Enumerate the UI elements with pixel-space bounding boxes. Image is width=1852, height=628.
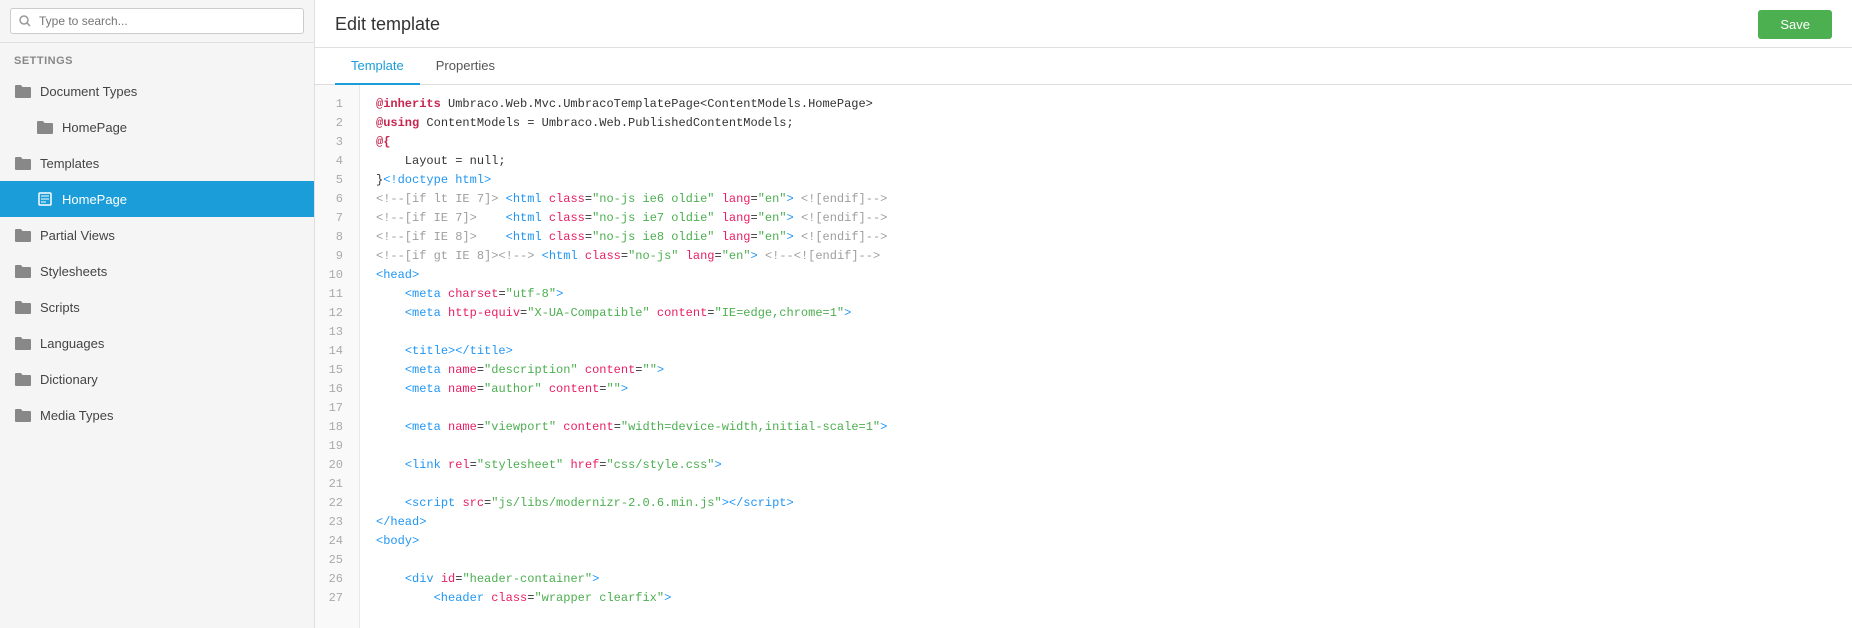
languages-icon — [14, 334, 32, 352]
sidebar-item-homepage-doc[interactable]: HomePage — [0, 109, 314, 145]
code-line: <!--[if lt IE 7]> <html class="no-js ie6… — [376, 190, 1836, 209]
sidebar-item-templates[interactable]: Templates — [0, 145, 314, 181]
line-number: 25 — [315, 551, 351, 570]
code-line: <meta name="viewport" content="width=dev… — [376, 418, 1836, 437]
sidebar-item-dictionary[interactable]: Dictionary — [0, 361, 314, 397]
line-number: 2 — [315, 114, 351, 133]
code-content[interactable]: @inherits Umbraco.Web.Mvc.UmbracoTemplat… — [360, 85, 1852, 628]
line-number: 9 — [315, 247, 351, 266]
code-line: @{ — [376, 133, 1836, 152]
line-number: 13 — [315, 323, 351, 342]
line-number: 14 — [315, 342, 351, 361]
tabs-bar: Template Properties — [315, 48, 1852, 85]
line-number: 3 — [315, 133, 351, 152]
sidebar-item-label: Dictionary — [40, 372, 98, 387]
stylesheets-icon — [14, 262, 32, 280]
line-number: 18 — [315, 418, 351, 437]
sidebar-item-stylesheets[interactable]: Stylesheets — [0, 253, 314, 289]
sidebar-item-label: HomePage — [62, 120, 127, 135]
page-title: Edit template — [335, 14, 440, 35]
code-line — [376, 399, 1836, 418]
search-input[interactable] — [10, 8, 304, 34]
sidebar-item-label: HomePage — [62, 192, 127, 207]
code-line: @using ContentModels = Umbraco.Web.Publi… — [376, 114, 1836, 133]
folder-icon — [14, 82, 32, 100]
tab-properties[interactable]: Properties — [420, 48, 511, 85]
sidebar-item-document-types[interactable]: Document Types — [0, 73, 314, 109]
sidebar-item-label: Document Types — [40, 84, 137, 99]
code-line: @inherits Umbraco.Web.Mvc.UmbracoTemplat… — [376, 95, 1836, 114]
sidebar: SETTINGS Document Types HomePage — [0, 0, 315, 628]
code-line: <header class="wrapper clearfix"> — [376, 589, 1836, 608]
sidebar-item-label: Templates — [40, 156, 99, 171]
line-number: 4 — [315, 152, 351, 171]
code-line: <meta http-equiv="X-UA-Compatible" conte… — [376, 304, 1836, 323]
sidebar-item-scripts[interactable]: Scripts — [0, 289, 314, 325]
sidebar-item-homepage-template[interactable]: HomePage — [0, 181, 314, 217]
tab-template[interactable]: Template — [335, 48, 420, 85]
main-content: Edit template Save Template Properties 1… — [315, 0, 1852, 628]
code-line: <!--[if IE 8]> <html class="no-js ie8 ol… — [376, 228, 1836, 247]
line-number: 17 — [315, 399, 351, 418]
line-number: 8 — [315, 228, 351, 247]
sidebar-item-label: Media Types — [40, 408, 113, 423]
code-line: Layout = null; — [376, 152, 1836, 171]
line-number: 20 — [315, 456, 351, 475]
line-number: 24 — [315, 532, 351, 551]
line-number: 21 — [315, 475, 351, 494]
code-line: }<!doctype html> — [376, 171, 1836, 190]
line-number: 26 — [315, 570, 351, 589]
sidebar-item-media-types[interactable]: Media Types — [0, 397, 314, 433]
media-types-icon — [14, 406, 32, 424]
subfolder-icon — [36, 118, 54, 136]
dictionary-icon — [14, 370, 32, 388]
line-number: 23 — [315, 513, 351, 532]
template-file-icon — [36, 190, 54, 208]
line-number: 22 — [315, 494, 351, 513]
code-line: <head> — [376, 266, 1836, 285]
code-line: <body> — [376, 532, 1836, 551]
line-number: 16 — [315, 380, 351, 399]
code-line: <script src="js/libs/modernizr-2.0.6.min… — [376, 494, 1836, 513]
code-line — [376, 323, 1836, 342]
search-box — [0, 0, 314, 43]
code-line: </head> — [376, 513, 1836, 532]
sidebar-item-languages[interactable]: Languages — [0, 325, 314, 361]
line-number: 6 — [315, 190, 351, 209]
code-line: <meta charset="utf-8"> — [376, 285, 1836, 304]
code-line: <meta name="author" content=""> — [376, 380, 1836, 399]
templates-folder-icon — [14, 154, 32, 172]
line-number: 1 — [315, 95, 351, 114]
sidebar-item-label: Partial Views — [40, 228, 115, 243]
sidebar-item-label: Languages — [40, 336, 104, 351]
line-number: 5 — [315, 171, 351, 190]
code-line: <link rel="stylesheet" href="css/style.c… — [376, 456, 1836, 475]
line-number: 19 — [315, 437, 351, 456]
code-line — [376, 551, 1836, 570]
line-number: 11 — [315, 285, 351, 304]
partial-views-icon — [14, 226, 32, 244]
line-number: 27 — [315, 589, 351, 608]
code-line: <!--[if gt IE 8]><!--> <html class="no-j… — [376, 247, 1836, 266]
sidebar-item-partial-views[interactable]: Partial Views — [0, 217, 314, 253]
scripts-icon — [14, 298, 32, 316]
editor-area: 1234567891011121314151617181920212223242… — [315, 85, 1852, 628]
line-numbers: 1234567891011121314151617181920212223242… — [315, 85, 360, 628]
code-line: <div id="header-container"> — [376, 570, 1836, 589]
code-line: <!--[if IE 7]> <html class="no-js ie7 ol… — [376, 209, 1836, 228]
code-line — [376, 475, 1836, 494]
line-number: 7 — [315, 209, 351, 228]
sidebar-item-label: Scripts — [40, 300, 80, 315]
code-line: <title></title> — [376, 342, 1836, 361]
page-header: Edit template Save — [315, 0, 1852, 48]
sidebar-item-label: Stylesheets — [40, 264, 107, 279]
line-number: 12 — [315, 304, 351, 323]
save-button[interactable]: Save — [1758, 10, 1832, 39]
sidebar-nav: Document Types HomePage Templates — [0, 73, 314, 433]
settings-label: SETTINGS — [0, 43, 314, 73]
code-line — [376, 437, 1836, 456]
line-number: 15 — [315, 361, 351, 380]
code-line: <meta name="description" content=""> — [376, 361, 1836, 380]
line-number: 10 — [315, 266, 351, 285]
